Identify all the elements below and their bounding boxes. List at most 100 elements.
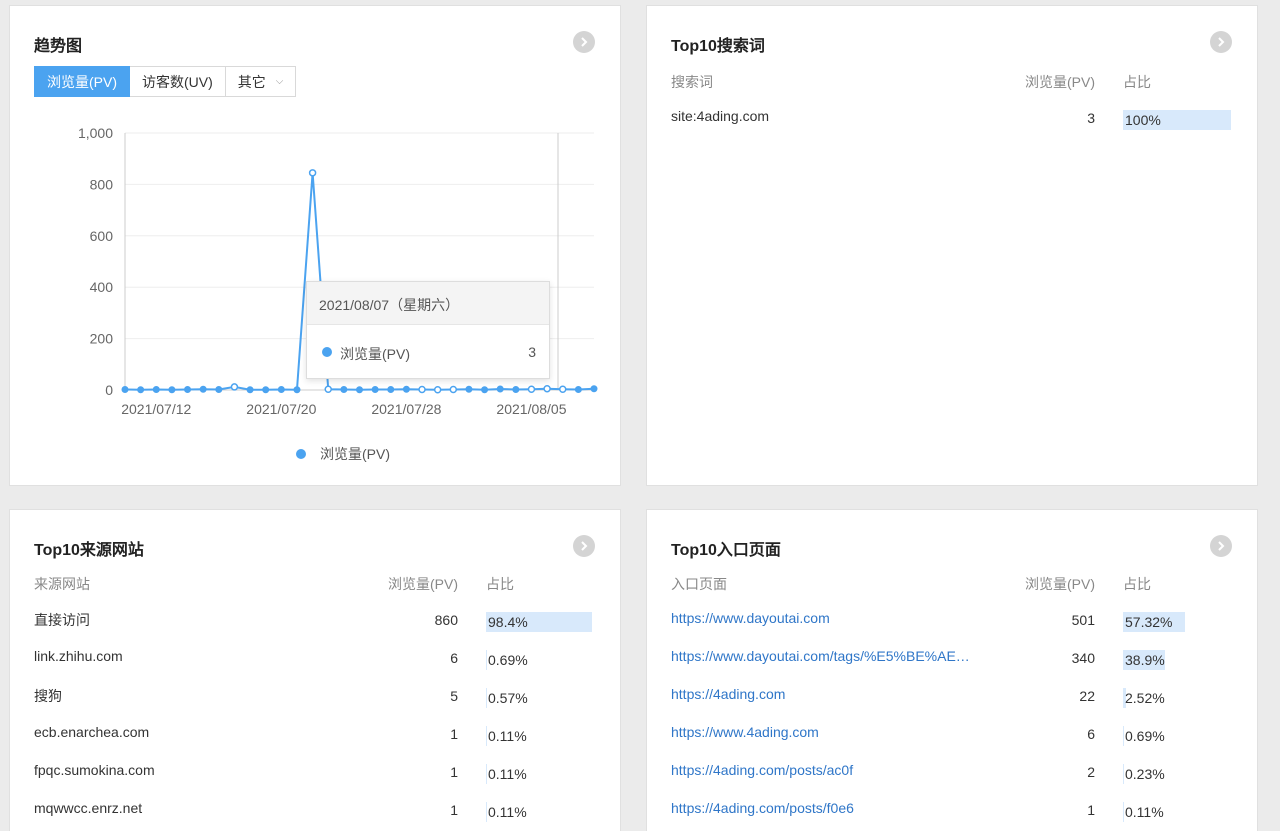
data-point[interactable]	[465, 385, 473, 393]
sources-card: Top10来源网站 来源网站 浏览量(PV) 占比 直接访问 860 98.4% li…	[9, 509, 621, 831]
row-pv: 6	[1087, 726, 1095, 742]
share-text: 0.69%	[1125, 728, 1165, 744]
y-tick-label: 800	[90, 176, 114, 192]
y-tick-label: 1,000	[78, 125, 113, 141]
entry-page-link[interactable]: https://4ading.com/posts/f0e6	[671, 800, 854, 816]
entry-page-link[interactable]: https://www.dayoutai.com	[671, 610, 830, 626]
data-point[interactable]	[512, 385, 520, 393]
data-point[interactable]	[262, 386, 270, 394]
data-point[interactable]	[277, 385, 285, 393]
data-point[interactable]	[527, 385, 536, 393]
data-point[interactable]	[543, 384, 551, 393]
table-row: ecb.enarchea.com 1 0.11%	[34, 724, 596, 762]
x-tick-label: 2021/07/20	[246, 401, 316, 417]
entry-page-link[interactable]: https://www.4ading.com	[671, 724, 819, 740]
data-point[interactable]	[356, 386, 363, 394]
data-point[interactable]	[168, 386, 176, 394]
entry-more-icon[interactable]	[1210, 535, 1232, 557]
y-tick-label: 600	[90, 228, 114, 244]
row-name: ecb.enarchea.com	[34, 724, 150, 740]
row-pv: 860	[434, 612, 458, 628]
row-share: 57.32%	[1123, 612, 1231, 632]
row-pv: 6	[450, 650, 458, 666]
data-point[interactable]	[496, 385, 504, 393]
data-point[interactable]	[137, 386, 145, 394]
row-name: 直接访问	[34, 612, 90, 628]
data-point[interactable]	[308, 169, 317, 177]
data-point[interactable]	[340, 385, 348, 393]
search-more-icon[interactable]	[1210, 31, 1232, 53]
data-point[interactable]	[121, 385, 129, 393]
x-tick-label: 2021/07/28	[371, 401, 441, 417]
data-point[interactable]	[387, 385, 395, 393]
row-pv: 340	[1071, 650, 1095, 666]
row-pv: 1	[450, 802, 458, 818]
legend-label: 浏览量(PV)	[320, 446, 390, 462]
row-pv: 5	[450, 688, 458, 704]
share-text: 98.4%	[488, 614, 528, 630]
table-row[interactable]: https://4ading.com/posts/f0e6 1 0.11%	[671, 800, 1233, 831]
row-pv: 1	[1087, 802, 1095, 818]
share-text: 0.11%	[488, 766, 527, 782]
table-row[interactable]: https://www.dayoutai.com/tags/%E5%BE%AE……	[671, 648, 1233, 686]
table-row: fpqc.sumokina.com 1 0.11%	[34, 762, 596, 800]
table-row[interactable]: https://www.dayoutai.com 501 57.32%	[671, 610, 1233, 648]
row-name: site:4ading.com	[671, 108, 770, 124]
y-tick-label: 200	[90, 331, 114, 347]
data-point[interactable]	[324, 385, 332, 393]
data-point[interactable]	[558, 385, 567, 393]
y-tick-label: 0	[105, 382, 113, 398]
row-share: 0.11%	[486, 764, 594, 784]
share-text: 0.69%	[488, 652, 528, 668]
data-point[interactable]	[590, 385, 598, 393]
data-point[interactable]	[184, 385, 192, 393]
table-row: 直接访问 860 98.4%	[34, 610, 596, 648]
share-text: 0.23%	[1125, 766, 1165, 782]
data-point[interactable]	[371, 385, 379, 393]
data-point[interactable]	[449, 385, 458, 394]
table-row[interactable]: https://www.4ading.com 6 0.69%	[671, 724, 1233, 762]
data-point[interactable]	[230, 383, 239, 391]
data-point[interactable]	[574, 385, 582, 393]
x-tick-label: 2021/07/12	[121, 401, 191, 417]
table-row: link.zhihu.com 6 0.69%	[34, 648, 596, 686]
row-share: 98.4%	[486, 612, 594, 632]
data-point[interactable]	[402, 385, 410, 393]
row-pv: 22	[1079, 688, 1095, 704]
table-row[interactable]: https://4ading.com/posts/ac0f 2 0.23%	[671, 762, 1233, 800]
row-share: 2.52%	[1123, 688, 1231, 708]
data-point[interactable]	[152, 385, 160, 393]
sources-more-icon[interactable]	[573, 535, 595, 557]
tooltip-date: 2021/08/07（星期六）	[307, 282, 549, 325]
data-point[interactable]	[481, 386, 489, 394]
row-pv: 3	[1087, 110, 1095, 126]
entry-title: Top10入口页面	[671, 542, 781, 559]
row-pv: 1	[450, 764, 458, 780]
row-share: 0.11%	[486, 726, 594, 746]
entry-page-link[interactable]: https://www.dayoutai.com/tags/%E5%BE%AE…	[671, 648, 970, 664]
entry-page-link[interactable]: https://4ading.com/posts/ac0f	[671, 762, 853, 778]
col-header-keyword: 搜索词	[671, 74, 713, 90]
table-row[interactable]: https://4ading.com 22 2.52%	[671, 686, 1233, 724]
data-point[interactable]	[418, 385, 426, 394]
chart-tooltip: 2021/08/07（星期六） 浏览量(PV) 3	[306, 281, 550, 379]
data-point[interactable]	[215, 385, 223, 393]
data-point[interactable]	[433, 385, 442, 394]
share-text: 0.11%	[488, 804, 527, 820]
entry-page-link[interactable]: https://4ading.com	[671, 686, 785, 702]
x-tick-label: 2021/08/05	[496, 401, 566, 417]
chart-legend[interactable]: 浏览量(PV)	[296, 444, 390, 464]
data-point[interactable]	[293, 386, 301, 394]
col-header-pv: 浏览量(PV)	[1025, 576, 1095, 592]
sources-title: Top10来源网站	[34, 542, 144, 559]
col-header-entry: 入口页面	[671, 576, 727, 592]
data-point[interactable]	[246, 386, 254, 394]
share-text: 2.52%	[1125, 690, 1165, 706]
col-header-pct: 占比	[1123, 74, 1151, 90]
share-text: 100%	[1125, 112, 1161, 128]
data-point[interactable]	[199, 385, 207, 393]
table-row: 搜狗 5 0.57%	[34, 686, 596, 724]
search-table: 搜索词 浏览量(PV) 占比 site:4ading.com 3 100%	[671, 72, 1233, 152]
row-share: 0.11%	[1123, 802, 1231, 822]
row-pv: 501	[1071, 612, 1095, 628]
